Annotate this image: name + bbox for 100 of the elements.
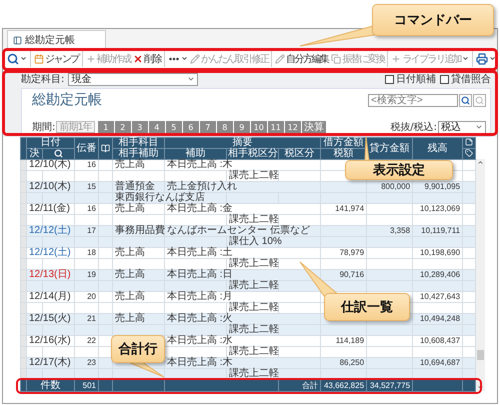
column-header: 摘要: [164, 138, 321, 148]
table-cell: 本日売上高 :土: [164, 248, 321, 258]
month-button[interactable]: 9: [234, 121, 250, 133]
period-button[interactable]: 前期1年: [56, 121, 95, 133]
column-header: 補助: [164, 148, 226, 160]
month-button[interactable]: 3: [132, 121, 148, 133]
table-cell: なんばホームセンター 伝票など: [164, 226, 321, 236]
print-icon: [476, 52, 488, 64]
toolbar-button[interactable]: ジャンプ: [33, 50, 80, 68]
copy-icon: [331, 54, 342, 64]
table-cell: 12/11(金): [26, 204, 74, 214]
table-cell: 売上高: [112, 270, 164, 280]
callout: 表示設定: [345, 160, 453, 180]
table-cell: 12/13(日): [26, 270, 74, 280]
close-icon: [133, 54, 144, 64]
column-header: 貸方金額: [366, 138, 413, 160]
table-cell: 売上高: [112, 204, 164, 214]
table-cell: 12/10(木): [26, 182, 74, 192]
table-cell: 本日売上高 :月: [164, 292, 321, 302]
table-cell: 本日売上高 :木: [164, 358, 321, 368]
search-button[interactable]: [459, 94, 472, 106]
month-button[interactable]: 10: [250, 121, 267, 133]
month-button[interactable]: 12: [284, 121, 301, 133]
search-icon: [54, 149, 63, 158]
table-cell: 売上高: [112, 160, 164, 170]
month-button[interactable]: 11: [268, 121, 284, 133]
total-label: 件数: [26, 380, 74, 392]
month-button[interactable]: 5: [166, 121, 182, 133]
table-cell: 事務用品費: [112, 226, 164, 236]
table-cell: 課売上二軽: [226, 214, 278, 226]
document-tab[interactable]: 総勘定元帳: [7, 30, 106, 49]
book-icon: [101, 144, 110, 152]
search-icon: [7, 52, 19, 64]
scroll-up-icon: [477, 159, 484, 166]
table-cell: 本日売上高 :金: [164, 204, 321, 214]
table-cell: 売上高: [112, 314, 164, 324]
month-button[interactable]: 2: [114, 121, 131, 133]
tag-icon: [465, 149, 474, 157]
pencil-icon: [275, 54, 286, 64]
month-button[interactable]: 4: [148, 121, 165, 133]
column-header: 残高: [412, 138, 463, 160]
callout: 合計行: [111, 335, 165, 363]
plus-icon: [86, 54, 96, 64]
month-button[interactable]: 6: [182, 121, 199, 133]
calendar-icon: [34, 54, 44, 64]
plus-icon: [391, 54, 402, 64]
table-cell: 売上高: [112, 248, 164, 258]
table-cell: 12/14(月): [26, 292, 74, 302]
month-button[interactable]: 1: [98, 121, 114, 133]
table-cell: 売上金預け入れ: [164, 182, 321, 192]
ledger-title: 総勘定元帳: [32, 91, 102, 109]
table-cell: 課売上二軽: [226, 280, 278, 292]
pencil-icon: [190, 54, 200, 64]
table-cell: 本日売上高 :木: [164, 160, 321, 170]
table-cell: 課売上二軽: [226, 346, 278, 358]
table-cell: 12/10(木): [26, 160, 74, 170]
table-cell: 12/15(火): [26, 314, 74, 324]
column-header: 借方金額: [320, 138, 367, 148]
table-cell: 12/16(水): [26, 336, 74, 346]
toolbar-button[interactable]: 自分方編集: [274, 50, 330, 68]
callout: コマンドバー: [372, 4, 494, 36]
search-icon: [461, 96, 470, 104]
caret-icon: [475, 123, 483, 131]
callout: 仕訳一覧: [324, 293, 410, 321]
month-button[interactable]: 7: [200, 121, 216, 133]
table-cell: 東西銀行なんば支店: [112, 192, 226, 204]
search-icon: [475, 96, 484, 104]
table-cell: 12/12(土): [26, 226, 74, 236]
option-checkbox[interactable]: 貸借照合: [440, 72, 491, 86]
toolbar-button[interactable]: 削除: [132, 50, 162, 68]
table-cell: 売上高: [112, 292, 164, 302]
total-credit: 34,527,775: [366, 380, 413, 392]
scrollbar[interactable]: [476, 159, 486, 391]
table-cell: 課売上二軽: [226, 170, 278, 182]
column-header: 相手補助: [112, 148, 164, 160]
period-label: 期間:: [32, 120, 56, 134]
panel-icon: [13, 36, 22, 44]
table-cell: 課売上二軽: [226, 302, 278, 314]
column-header: 税区分: [278, 148, 321, 160]
caret-icon: [187, 75, 196, 83]
tax-dropdown[interactable]: 税込: [438, 120, 486, 134]
total-debit: 43,662,825: [320, 380, 367, 392]
scroll-thumb[interactable]: [477, 350, 484, 360]
account-label: 勘定科目:: [21, 72, 64, 86]
callout-tail: [365, 137, 369, 161]
column-header: 相手科目: [112, 138, 164, 148]
table-cell: 課売上二軽: [226, 324, 278, 336]
column-header: 伝番: [74, 138, 98, 160]
table-cell: 本日売上高 :火: [164, 314, 321, 324]
month-button[interactable]: 8: [216, 121, 233, 133]
month-button[interactable]: 決算: [302, 121, 326, 133]
table-cell: 普通預金: [112, 182, 164, 192]
column-header: 日付: [26, 138, 74, 148]
option-checkbox[interactable]: 日付順補: [385, 72, 436, 86]
scroll-down-icon: [477, 384, 484, 391]
tax-label: 税抜/税込:: [390, 120, 437, 134]
table-cell: 12/17(木): [26, 358, 74, 368]
table-cell: 12/12(土): [26, 248, 74, 258]
table-cell: 本日売上高 :水: [164, 336, 321, 346]
account-dropdown[interactable]: 現金: [68, 72, 198, 86]
